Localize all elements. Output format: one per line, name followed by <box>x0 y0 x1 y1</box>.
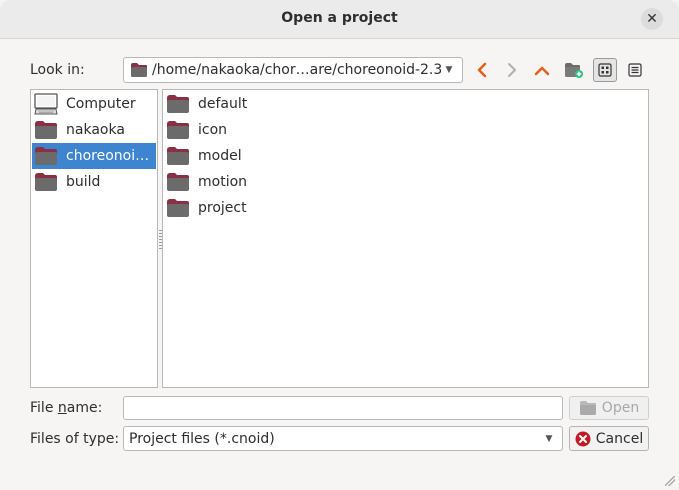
list-item[interactable]: model <box>164 143 242 169</box>
dialog-title: Open a project <box>281 10 398 26</box>
folder-icon <box>35 173 57 191</box>
sidebar-item-computer[interactable]: Computer <box>32 91 156 117</box>
folder-icon <box>579 401 596 415</box>
list-mode-icon <box>598 63 612 77</box>
folder-icon <box>35 147 57 165</box>
sidebar-item-nakaoka[interactable]: nakaoka <box>32 117 156 143</box>
resize-grip[interactable] <box>665 476 675 486</box>
folder-icon <box>167 95 189 113</box>
parent-dir-button[interactable] <box>530 58 554 82</box>
list-item[interactable]: project <box>164 195 247 221</box>
forward-icon <box>508 63 516 77</box>
file-type-label: Files of type: <box>30 431 120 447</box>
forward-button[interactable] <box>500 58 524 82</box>
sidebar-item-label: Computer <box>66 96 136 112</box>
folder-icon <box>167 199 189 217</box>
open-button[interactable]: Open <box>569 396 649 420</box>
folder-icon <box>167 121 189 139</box>
file-name-label-part: File <box>30 400 58 416</box>
file-name-label-part: ame: <box>66 400 103 416</box>
back-button[interactable] <box>470 58 494 82</box>
detail-mode-icon <box>628 63 642 77</box>
list-item-label: default <box>198 96 248 112</box>
detail-mode-button[interactable] <box>623 58 647 82</box>
sidebar-item-label: build <box>66 174 101 190</box>
file-type-value: Project files (*.cnoid) <box>129 430 275 447</box>
look-in-path: /home/nakaoka/chor…are/choreonoid-2.3 <box>152 62 443 78</box>
list-item[interactable]: motion <box>164 169 247 195</box>
cancel-icon <box>575 431 591 446</box>
cancel-button[interactable]: Cancel <box>569 426 649 451</box>
list-item-label: project <box>198 200 247 216</box>
list-item-label: model <box>198 148 242 164</box>
file-name-input[interactable] <box>123 396 563 420</box>
look-in-combo[interactable]: /home/nakaoka/chor…are/choreonoid-2.3 ▼ <box>123 57 463 83</box>
parent-dir-icon <box>534 66 550 76</box>
open-button-label: Open <box>601 400 640 416</box>
list-item[interactable]: default <box>164 91 247 117</box>
list-item-label: motion <box>198 174 248 190</box>
list-mode-button[interactable] <box>593 58 617 82</box>
file-list-panel: default icon model motion project <box>162 89 649 388</box>
file-type-combo[interactable]: Project files (*.cnoid) ▼ <box>123 426 563 451</box>
folder-icon <box>167 173 189 191</box>
file-name-label-mnemonic: n <box>57 400 67 416</box>
cancel-button-label: Cancel <box>595 430 644 447</box>
dropdown-arrow-icon: ▼ <box>545 433 553 444</box>
new-folder-icon <box>565 63 583 78</box>
computer-icon <box>34 93 58 115</box>
sidebar-item-label: nakaoka <box>66 122 125 138</box>
close-icon: ✕ <box>646 11 658 27</box>
sidebar-panel: Computer nakaoka choreonoi… build <box>30 89 158 388</box>
back-icon <box>477 62 487 78</box>
dropdown-arrow-icon: ▼ <box>445 65 453 75</box>
folder-icon <box>131 63 147 77</box>
file-name-label: File name: <box>30 400 102 416</box>
look-in-label: Look in: <box>30 62 85 78</box>
sidebar-item-build[interactable]: build <box>32 169 156 195</box>
sidebar-item-choreonoid[interactable]: choreonoi… <box>32 143 156 169</box>
close-button[interactable]: ✕ <box>641 8 663 30</box>
folder-icon <box>167 147 189 165</box>
list-item-label: icon <box>198 122 228 138</box>
sidebar-item-label: choreonoi… <box>66 148 150 164</box>
title-bar: Open a project ✕ <box>0 0 679 39</box>
folder-icon <box>35 121 57 139</box>
list-item[interactable]: icon <box>164 117 227 143</box>
new-folder-button[interactable] <box>562 58 586 82</box>
